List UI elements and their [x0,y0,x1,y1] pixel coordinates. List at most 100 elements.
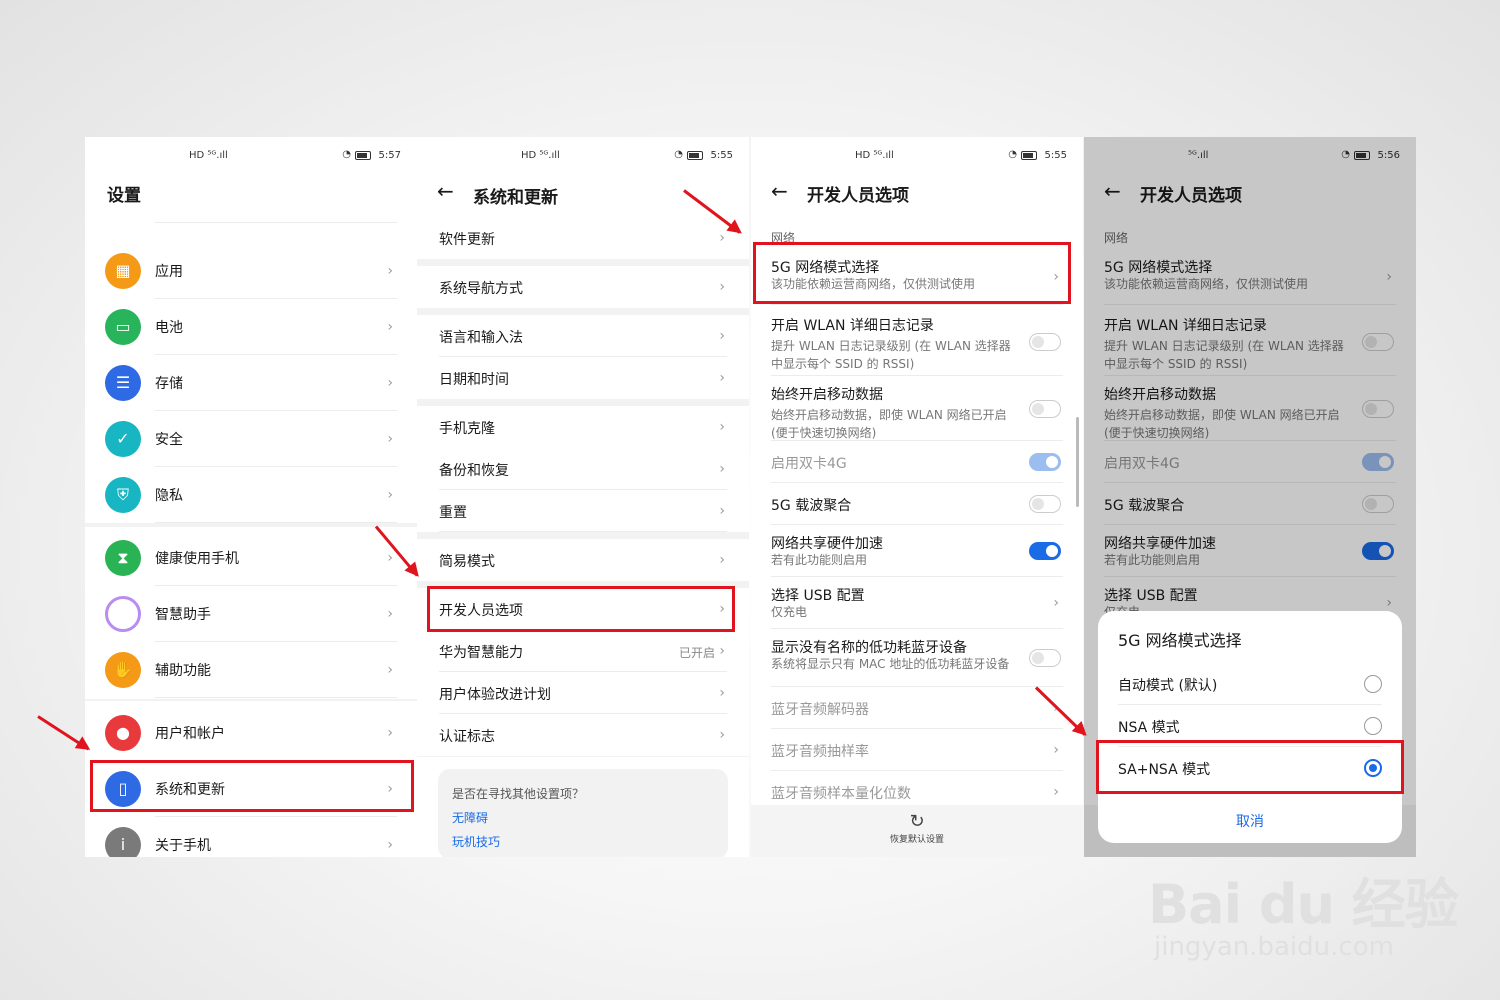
system-item[interactable]: 手机克隆 › [417,406,749,448]
status-bar: HD ⁵ᴳ.ıll ◔ 5:57 [85,137,417,173]
toggle-switch[interactable] [1029,453,1061,471]
chevron-right-icon: › [1053,595,1059,611]
settings-item-label: 辅助功能 [155,663,211,679]
divider [155,697,397,698]
chevron-right-icon: › [387,837,393,853]
settings-item[interactable]: ▭ 电池 › [105,299,397,355]
system-item[interactable]: 系统导航方式 › [417,266,749,308]
option-auto[interactable]: 自动模式 (默认) [1118,663,1382,705]
system-item-label: 语言和输入法 [439,330,523,346]
restore-icon: ↻ [909,811,925,832]
settings-item[interactable]: ⧗ 健康使用手机 › [105,530,397,586]
chevron-right-icon: › [719,370,725,386]
dev-option-label: 启用双卡4G [771,456,847,472]
status-bar: HD ⁵ᴳ.ıll ◔ 5:55 [751,137,1083,173]
radio-button[interactable] [1364,717,1382,735]
settings-item[interactable]: ⛨ 隐私 › [105,467,397,523]
chevron-right-icon: › [387,725,393,741]
dev-option-item[interactable]: 蓝牙音频抽样率 › [751,729,1083,771]
cancel-button[interactable]: 取消 [1098,811,1402,831]
privacy-icon: ⛨ [105,477,141,513]
dev-option-description: 系统将显示只有 MAC 地址的低功耗蓝牙设备 [771,657,1010,671]
divider [439,531,727,532]
help-card: 是否在寻找其他设置项？ 无障碍 玩机技巧 [438,769,728,857]
dev-option-description: 若有此功能则启用 [771,553,868,567]
system-item-label: 手机克隆 [439,421,495,437]
battery-icon [355,151,371,160]
toggle-switch[interactable] [1029,649,1061,667]
system-item[interactable]: 用户体验改进计划 › [417,672,749,714]
chevron-right-icon: › [387,319,393,335]
highlight-system-update [90,760,414,812]
toggle-switch[interactable] [1029,542,1061,560]
system-item[interactable]: 软件更新 › [417,217,749,259]
system-item[interactable]: 日期和时间 › [417,357,749,399]
settings-item-label: 用户和帐户 [155,726,225,742]
settings-item[interactable]: ⅰ 关于手机 › [105,817,397,857]
dev-option-item[interactable]: 启用双卡4G [751,441,1083,483]
page-title: 系统和更新 [473,188,558,208]
dev-option-item[interactable]: 开启 WLAN 详细日志记录 提升 WLAN 日志记录级别 (在 WLAN 选择器… [751,307,1083,376]
chevron-right-icon: › [719,552,725,568]
page-title: 设置 [107,186,141,206]
dev-option-label: 始终开启移动数据 [771,387,883,403]
system-item[interactable]: 备份和恢复 › [417,448,749,490]
info-icon: ⅰ [105,827,141,857]
system-item[interactable]: 认证标志 › [417,714,749,756]
link-accessibility[interactable]: 无障碍 [452,809,488,826]
chevron-right-icon: › [387,662,393,678]
divider [155,522,397,523]
baidu-watermark: Bai du 经验 jingyan.baidu.com [1148,860,1459,962]
restore-defaults-button[interactable]: ↻ 恢复默认设置 [751,805,1083,857]
header: ← 系统和更新 [417,173,749,217]
settings-item[interactable]: ✓ 安全 › [105,411,397,467]
dev-option-item[interactable]: 始终开启移动数据始终开启移动数据，即使 WLAN 网络已开启 (便于快速切换网络… [751,376,1083,441]
dev-option-item[interactable]: 5G 载波聚合 [751,483,1083,525]
toggle-switch[interactable] [1029,399,1061,418]
dev-option-item[interactable]: 蓝牙音频解码器› [751,687,1083,729]
option-label: 自动模式 (默认) [1118,678,1218,694]
signal-indicator: HD ⁵ᴳ.ıll [189,150,228,161]
dev-option-description: 提升 WLAN 日志记录级别 (在 WLAN 选择器中显示每个 SSID 的 R… [771,339,1011,371]
system-update-screen: HD ⁵ᴳ.ıll ◔ 5:55 ← 系统和更新 软件更新 › 系统导航方式 › 语言和… [417,137,749,857]
chevron-right-icon: › [719,503,725,519]
system-item[interactable]: 简易模式 › [417,539,749,581]
settings-item[interactable]: ▦ 应用 › [105,243,397,299]
toggle-switch[interactable] [1029,495,1061,513]
eye-comfort-icon: ◔ [674,149,683,160]
chevron-right-icon: › [387,487,393,503]
settings-item-label: 隐私 [155,488,183,504]
settings-item-label: 电池 [155,320,183,336]
eye-comfort-icon: ◔ [1008,149,1017,160]
chevron-right-icon: › [1053,742,1059,758]
back-arrow-icon[interactable]: ← [771,179,788,203]
chevron-right-icon: › [387,263,393,279]
dev-option-item[interactable]: 选择 USB 配置仅充电 › [751,577,1083,629]
link-tips[interactable]: 玩机技巧 [452,833,500,850]
settings-item[interactable]: ✋ 辅助功能 › [105,642,397,698]
system-item[interactable]: 华为智慧能力 已开启 › [417,630,749,672]
eye-comfort-icon: ◔ [342,149,351,160]
restore-label: 恢复默认设置 [889,835,944,845]
dev-option-item[interactable]: 网络共享硬件加速 若有此功能则启用 [751,525,1083,577]
watermark-brand: Bai du 经验 [1148,873,1459,936]
dev-option-label: 网络共享硬件加速 [771,536,883,552]
scrollbar[interactable] [1076,417,1079,507]
highlight-developer-options [427,586,735,632]
system-item[interactable]: 语言和输入法 › [417,315,749,357]
back-arrow-icon[interactable]: ← [437,179,454,203]
radio-button[interactable] [1364,675,1382,693]
settings-item-label: 关于手机 [155,838,211,854]
dev-option-item[interactable]: 显示没有名称的低功耗蓝牙设备系统将显示只有 MAC 地址的低功耗蓝牙设备 [751,629,1083,687]
clock: 5:57 [378,150,401,161]
divider [771,304,1063,305]
battery-icon [687,151,703,160]
option-label: NSA 模式 [1118,720,1180,736]
settings-item[interactable]: 智慧助手 › [105,586,397,642]
system-item[interactable]: 重置 › [417,490,749,532]
chevron-right-icon: › [719,419,725,435]
settings-item[interactable]: ● 用户和帐户 › [105,705,397,761]
settings-item[interactable]: ☰ 存储 › [105,355,397,411]
toggle-switch[interactable] [1029,332,1061,351]
dev-option-description: 始终开启移动数据，即使 WLAN 网络已开启 (便于快速切换网络) [771,408,1007,440]
